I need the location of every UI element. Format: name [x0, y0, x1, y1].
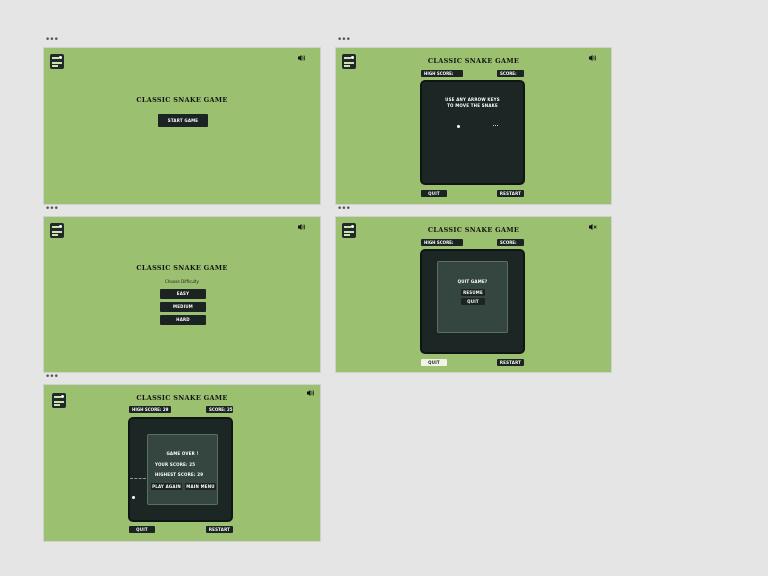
game-title: CLASSIC SNAKE GAME	[136, 264, 228, 272]
game-title: CLASSIC SNAKE GAME	[427, 226, 520, 234]
game-board: GAME OVER ! YOUR SCORE: 25 HIGHEST SCORE…	[130, 419, 231, 520]
quit-button[interactable]: QUIT	[421, 190, 447, 197]
speaker-on-icon[interactable]	[298, 223, 306, 231]
resume-button[interactable]: RESUME	[461, 289, 485, 296]
snake-head	[457, 125, 460, 128]
quit-screen-panel: CLASSIC SNAKE GAME HIGH SCORE: SCORE: QU…	[335, 216, 612, 373]
quit-dialog: QUIT GAME? RESUME QUIT	[437, 261, 508, 333]
high-score-box: HIGH SCORE:	[421, 70, 463, 77]
instruction-line-1: USE ANY ARROW KEYS	[445, 97, 500, 102]
difficulty-screen-panel: CLASSIC SNAKE GAME Choose Difficulty EAS…	[43, 216, 321, 373]
gameover-title: GAME OVER !	[166, 451, 199, 456]
game-title: CLASSIC SNAKE GAME	[136, 394, 228, 402]
main-menu-button[interactable]: MAIN MENU	[185, 483, 216, 490]
snake-trail	[130, 478, 146, 479]
speaker-on-icon[interactable]	[298, 54, 306, 62]
choose-difficulty-label: Choose Difficulty	[165, 279, 199, 284]
play-again-button[interactable]: PLAY AGAIN	[151, 483, 182, 490]
difficulty-hard-button[interactable]: HARD	[160, 315, 206, 325]
window-menu-dots[interactable]: •••	[45, 205, 59, 214]
start-screen-panel: CLASSIC SNAKE GAME START GAME	[43, 47, 321, 205]
food-item	[493, 125, 498, 128]
game-title: CLASSIC SNAKE GAME	[136, 96, 228, 104]
start-game-button[interactable]: START GAME	[158, 114, 208, 127]
restart-button[interactable]: RESTART	[497, 190, 524, 197]
game-title: CLASSIC SNAKE GAME	[427, 57, 520, 65]
high-score-box: HIGH SCORE:	[421, 239, 463, 246]
quit-dialog-title: QUIT GAME?	[457, 279, 488, 284]
window-menu-dots[interactable]: •••	[45, 373, 59, 382]
window-menu-dots[interactable]: •••	[45, 36, 59, 45]
instruction-line-2: TO MOVE THE SNAKE	[447, 103, 498, 108]
score-box: SCORE:	[497, 239, 524, 246]
high-score-box: HIGH SCORE: 29	[129, 406, 171, 413]
snake-head	[132, 496, 135, 499]
game-board: QUIT GAME? RESUME QUIT	[422, 251, 523, 352]
gameover-dialog: GAME OVER ! YOUR SCORE: 25 HIGHEST SCORE…	[147, 434, 218, 505]
score-box: SCORE: 25	[206, 406, 233, 413]
window-menu-dots[interactable]: •••	[337, 36, 351, 45]
highest-score-text: HIGHEST SCORE: 29	[155, 472, 204, 477]
quit-button[interactable]: QUIT	[129, 526, 155, 533]
restart-button[interactable]: RESTART	[206, 526, 233, 533]
window-menu-dots[interactable]: •••	[337, 205, 351, 214]
snake-logo-icon	[50, 54, 64, 69]
restart-button[interactable]: RESTART	[497, 359, 524, 366]
game-board[interactable]: USE ANY ARROW KEYS TO MOVE THE SNAKE	[422, 82, 523, 183]
snake-logo-icon	[50, 223, 64, 238]
gameover-screen-panel: CLASSIC SNAKE GAME HIGH SCORE: 29 SCORE:…	[43, 384, 321, 542]
your-score-text: YOUR SCORE: 25	[155, 462, 196, 467]
quit-button-active[interactable]: QUIT	[421, 359, 447, 366]
difficulty-easy-button[interactable]: EASY	[160, 289, 206, 299]
dialog-quit-button[interactable]: QUIT	[461, 298, 485, 305]
difficulty-medium-button[interactable]: MEDIUM	[160, 302, 206, 312]
play-screen-panel: CLASSIC SNAKE GAME HIGH SCORE: SCORE: US…	[335, 47, 612, 205]
score-box: SCORE:	[497, 70, 524, 77]
